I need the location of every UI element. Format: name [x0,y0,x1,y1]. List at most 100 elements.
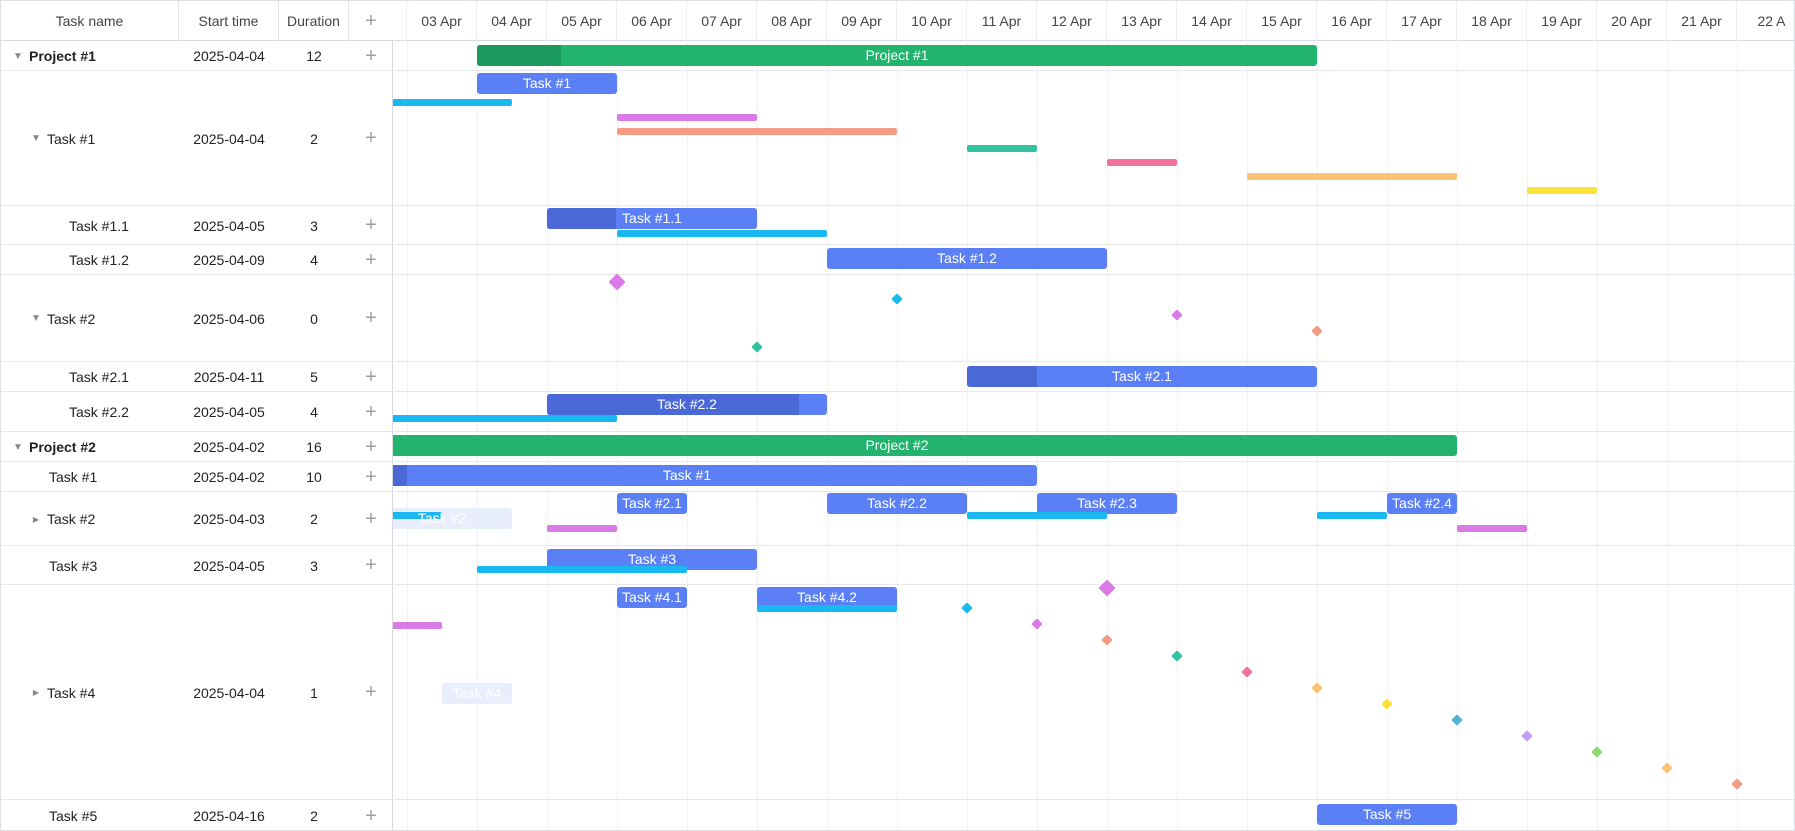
gantt-app: Task name Start time Duration + ▼ Project… [0,0,1795,831]
task-bar[interactable]: Task #2.1 [617,493,687,514]
milestone-diamond-icon[interactable] [1591,746,1603,758]
bar-progress [393,465,407,486]
add-subtask-button[interactable]: + [349,392,393,432]
project-bar[interactable]: Project #1 [477,45,1317,66]
milestone-diamond-icon[interactable] [1311,325,1323,337]
task-name-cell: Task #1 [1,462,179,492]
caret-down-icon[interactable]: ▼ [11,51,25,62]
add-subtask-button[interactable]: + [349,41,393,71]
task-name-cell: Task #3 [1,546,179,585]
task-name-cell: Task #2.1 [1,362,179,392]
task-bar[interactable]: Task #1 [393,465,1037,486]
collapsed-summary-bar[interactable]: Task #4 [442,683,512,704]
milestone-diamond-icon[interactable] [1098,579,1116,597]
add-subtask-button[interactable]: + [349,546,393,585]
caret-down-icon[interactable]: ▼ [29,313,43,324]
milestone-diamond-icon[interactable] [961,602,973,614]
grid-row[interactable]: ▼ Task #1 2025-04-04 2 + [1,71,393,206]
grid-row[interactable]: Task #2.2 2025-04-05 4 + [1,392,393,432]
timeline-day-label: 08 Apr [757,1,827,41]
add-subtask-button[interactable]: + [349,245,393,275]
add-subtask-button[interactable]: + [349,585,393,800]
milestone-diamond-icon[interactable] [751,341,763,353]
baseline-bar [967,512,1107,519]
task-bar[interactable]: Task #1.2 [827,248,1107,269]
timeline-day-label: 14 Apr [1177,1,1247,41]
task-bar[interactable]: Task #2.2 [547,394,827,415]
task-bar[interactable]: Task #1 [477,73,617,94]
add-subtask-button[interactable]: + [349,462,393,492]
grid-row[interactable]: Task #1 2025-04-02 10 + [1,462,393,492]
task-name-label: Task #1 [49,469,98,485]
task-name-label: Task #1.1 [69,217,129,234]
duration-cell: 10 [306,469,322,485]
milestone-diamond-icon[interactable] [1101,634,1113,646]
milestone-diamond-icon[interactable] [1451,714,1463,726]
column-header-duration[interactable]: Duration [279,1,349,41]
milestone-diamond-icon[interactable] [1731,778,1743,790]
task-bar[interactable]: Task #2.4 [1387,493,1457,514]
add-subtask-button[interactable]: + [349,275,393,362]
timeline-day-label: 13 Apr [1107,1,1177,41]
task-name-cell: ▶ Task #4 [1,585,179,800]
duration-cell: 2 [310,511,318,527]
row-gridline [393,70,1794,71]
task-bar[interactable]: Task #2.2 [827,493,967,514]
timeline-scale: Apr03 Apr04 Apr05 Apr06 Apr07 Apr08 Apr0… [393,1,1794,41]
milestone-diamond-icon[interactable] [1311,682,1323,694]
bar-progress [547,208,617,229]
add-subtask-button[interactable]: + [349,206,393,245]
column-header-start-time[interactable]: Start time [179,1,279,41]
milestone-diamond-icon[interactable] [1031,618,1043,630]
row-gridline [393,545,1794,546]
add-subtask-button[interactable]: + [349,432,393,462]
task-bar[interactable]: Task #1.1 [547,208,757,229]
grid-row[interactable]: ▼ Project #1 2025-04-04 12 + [1,41,393,71]
grid-row[interactable]: Task #1.1 2025-04-05 3 + [1,206,393,245]
milestone-diamond-icon[interactable] [1661,762,1673,774]
timeline-chart: Apr03 Apr04 Apr05 Apr06 Apr07 Apr08 Apr0… [393,1,1794,830]
bar-label: Task #2.1 [622,495,682,511]
milestone-diamond-icon[interactable] [1381,698,1393,710]
grid-row[interactable]: ▶ Task #4 2025-04-04 1 + [1,585,393,800]
milestone-diamond-icon[interactable] [608,273,626,291]
task-bar[interactable]: Task #4.1 [617,587,687,608]
task-bar[interactable]: Task #5 [1317,804,1457,825]
grid-row[interactable]: Task #5 2025-04-16 2 + [1,800,393,830]
add-subtask-button[interactable]: + [349,492,393,546]
caret-right-icon[interactable]: ▶ [29,688,43,697]
duration-cell: 2 [310,808,318,824]
grid-row[interactable]: Task #3 2025-04-05 3 + [1,546,393,585]
task-bar[interactable]: Task #2.3 [1037,493,1177,514]
add-subtask-button[interactable]: + [349,362,393,392]
column-header-task-name[interactable]: Task name [1,1,179,41]
duration-cell: 3 [310,217,318,234]
milestone-diamond-icon[interactable] [891,293,903,305]
milestone-diamond-icon[interactable] [1171,309,1183,321]
timeline-day-label: 19 Apr [1527,1,1597,41]
add-subtask-button[interactable]: + [349,71,393,206]
day-gridline [1457,41,1458,830]
project-bar[interactable]: Project #2 [393,435,1457,456]
task-bar[interactable]: Task #2.1 [967,366,1317,387]
add-subtask-button[interactable]: + [349,800,393,830]
start-time-cell: 2025-04-02 [193,469,265,485]
bar-label: Task #4.1 [622,589,682,605]
caret-down-icon[interactable]: ▼ [29,133,43,144]
grid-row[interactable]: ▶ Task #2 2025-04-03 2 + [1,492,393,546]
timeline-day-label: 22 A [1737,1,1794,41]
start-time-cell: 2025-04-04 [193,48,265,64]
grid-row[interactable]: Task #1.2 2025-04-09 4 + [1,245,393,275]
grid-row[interactable]: ▼ Project #2 2025-04-02 16 + [1,432,393,462]
caret-right-icon[interactable]: ▶ [29,515,43,524]
grid-row[interactable]: Task #2.1 2025-04-11 5 + [1,362,393,392]
add-task-header-button[interactable]: + [349,1,393,41]
milestone-diamond-icon[interactable] [1521,730,1533,742]
caret-down-icon[interactable]: ▼ [11,442,25,453]
timeline-day-label: 16 Apr [1317,1,1387,41]
milestone-diamond-icon[interactable] [1241,666,1253,678]
start-time-cell: 2025-04-04 [193,684,265,701]
milestone-diamond-icon[interactable] [1171,650,1183,662]
duration-cell: 4 [310,404,318,420]
grid-row[interactable]: ▼ Task #2 2025-04-06 0 + [1,275,393,362]
